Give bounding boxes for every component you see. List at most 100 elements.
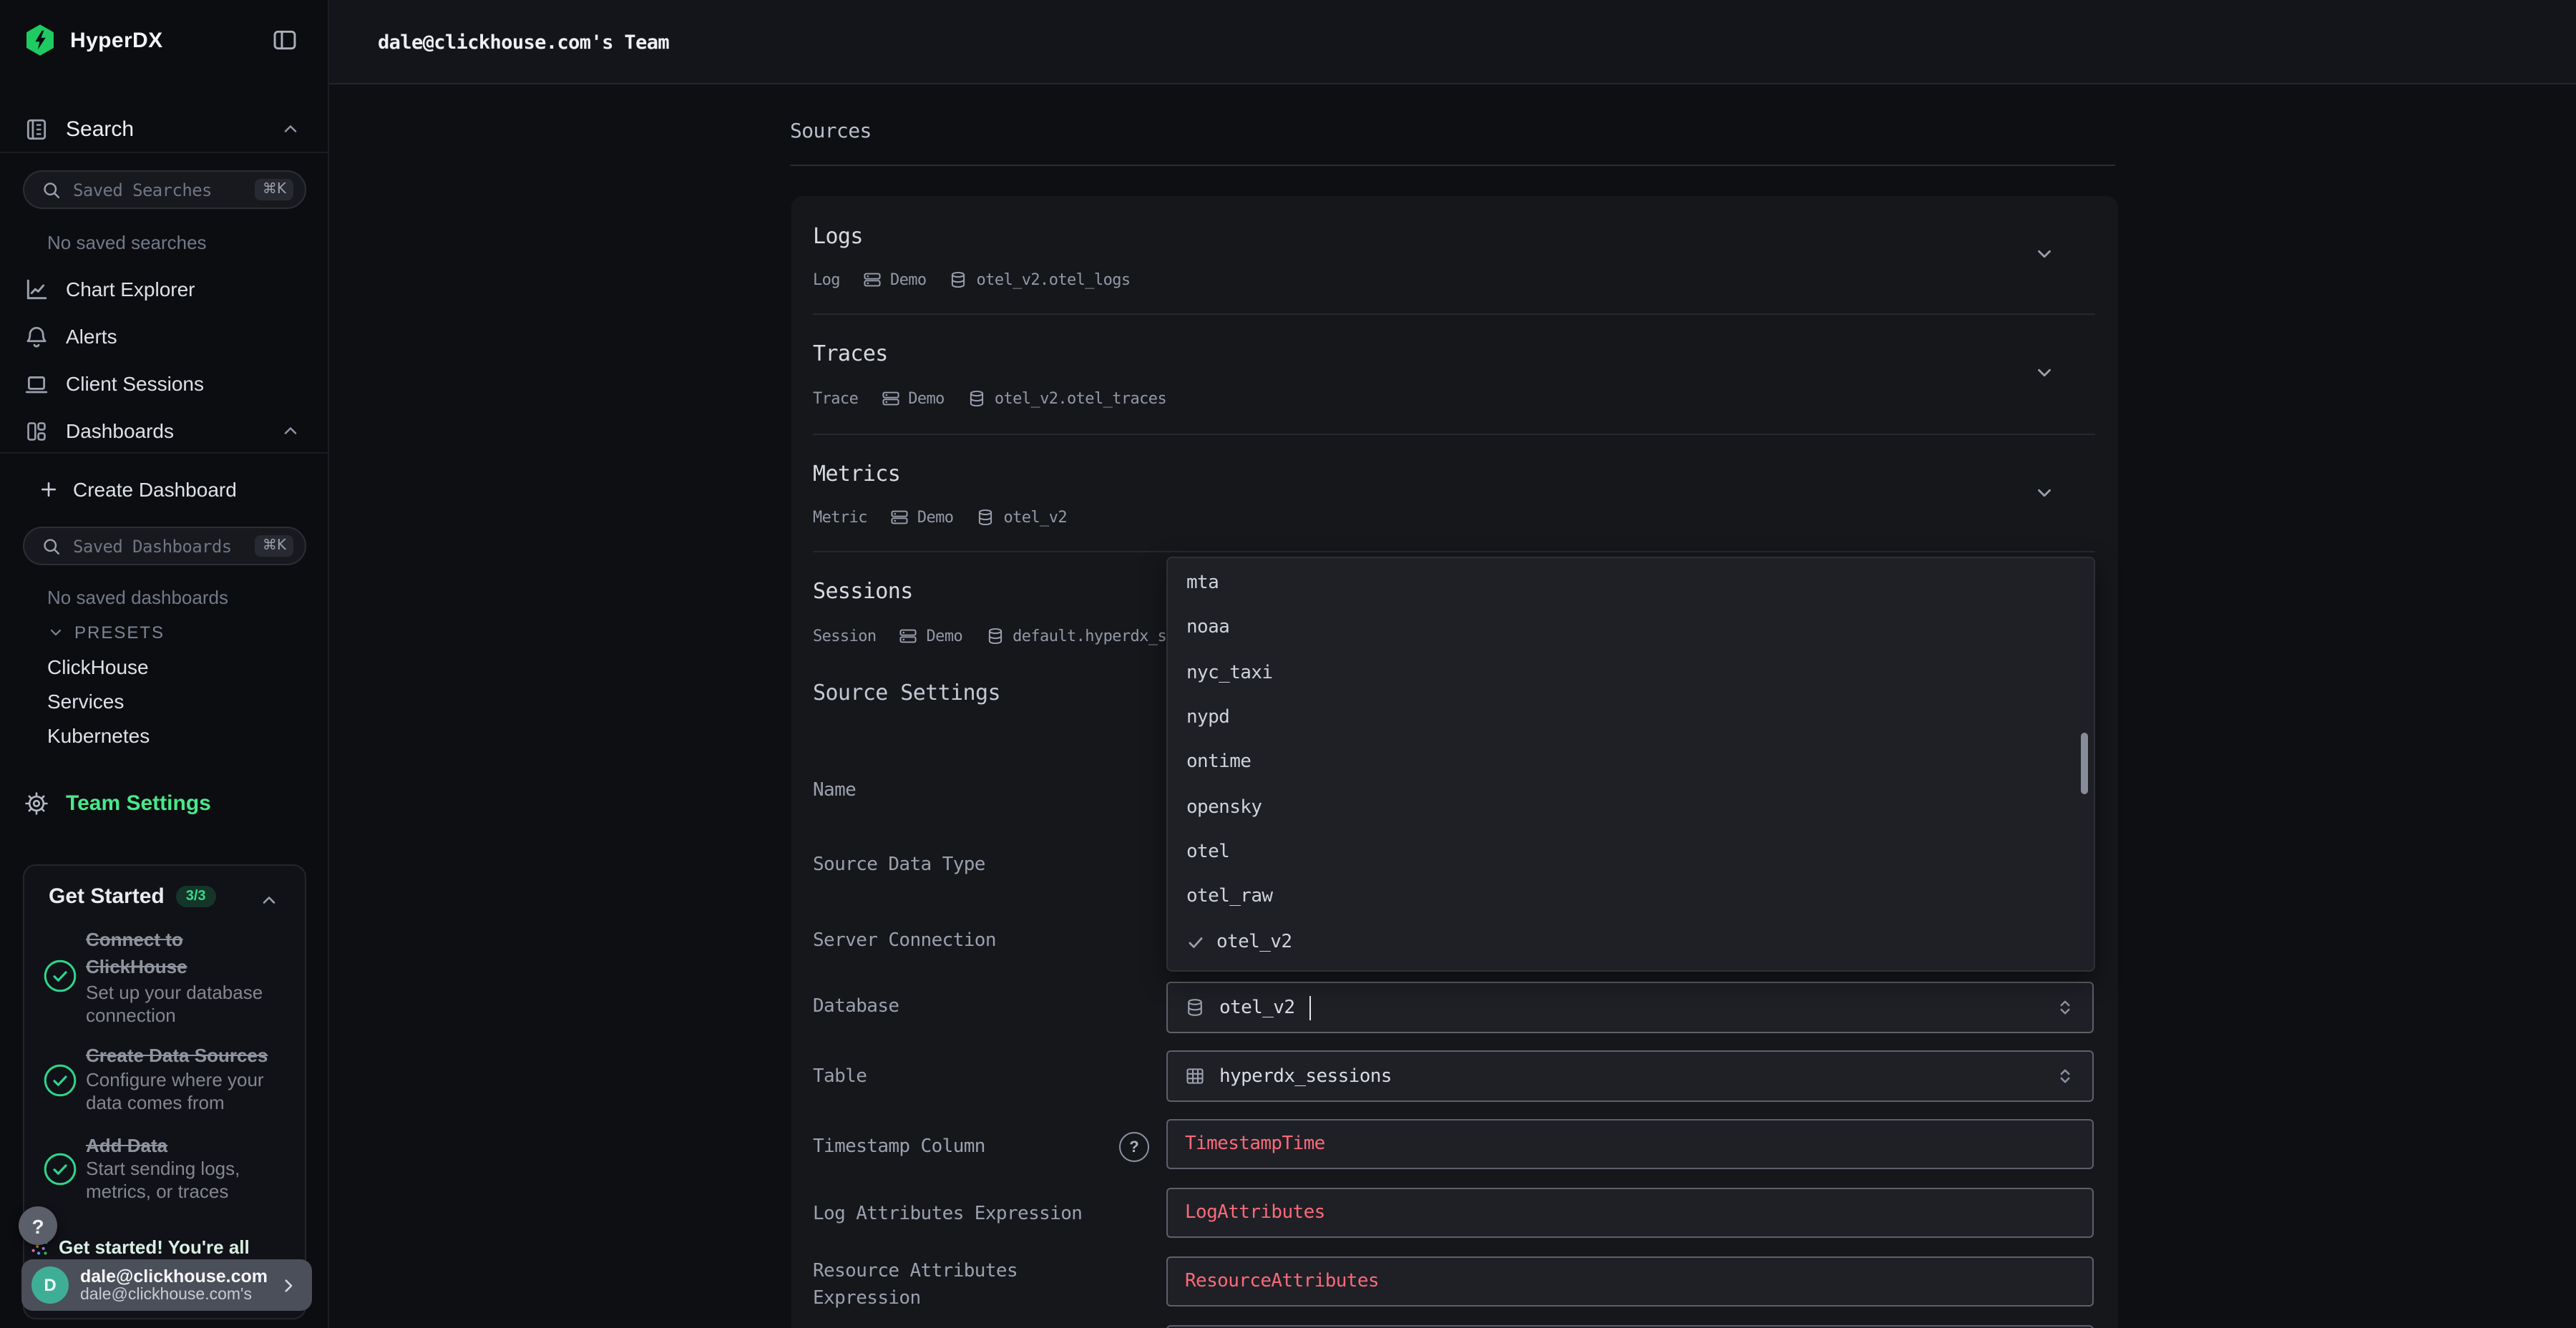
log-attributes-input[interactable]: LogAttributes [1166, 1188, 2094, 1238]
source-meta-row: Log Demo otel_v2.otel_logs [813, 268, 1131, 290]
plus-icon [39, 479, 59, 499]
source-table: default.hyperdx_s [1013, 626, 1166, 645]
source-type: Trace [813, 389, 858, 407]
dropdown-option-otel-v2[interactable]: otel_v2 [1168, 919, 2094, 965]
dropdown-option-mta[interactable]: mta [1168, 561, 2094, 606]
saved-searches-placeholder: Saved Searches [73, 180, 244, 200]
dropdown-option-opensky[interactable]: opensky [1168, 785, 2094, 830]
resource-attributes-value: ResourceAttributes [1185, 1271, 1379, 1292]
table-value: hyperdx_sessions [1219, 1065, 1392, 1087]
user-email: dale@clickhouse.com [80, 1266, 268, 1286]
get-started-title: Get Started [49, 884, 165, 909]
sidebar-item-dashboards[interactable]: Dashboards [0, 412, 329, 449]
sidebar-item-client-sessions[interactable]: Client Sessions [0, 365, 329, 402]
dropdown-option-nyc-taxi[interactable]: nyc_taxi [1168, 650, 2094, 695]
app-window: HyperDX Search Saved Searches ⌘K No save… [0, 0, 2576, 1328]
search-panel-icon [24, 117, 49, 141]
get-started-step-title[interactable]: Connect to ClickHouse [86, 926, 286, 980]
get-started-step-title[interactable]: Create Data Sources [86, 1042, 286, 1069]
gear-icon [24, 791, 49, 816]
chevron-down-icon[interactable] [2034, 362, 2055, 384]
laptop-icon [24, 371, 49, 396]
hyperdx-logo-icon [24, 24, 56, 56]
dropdown-option-label: otel_v2 [1216, 931, 1292, 952]
preset-services[interactable]: Services [47, 690, 124, 713]
database-icon [976, 507, 995, 526]
get-started-step-subtitle: Set up your database connection [86, 982, 286, 1027]
app-title: HyperDX [70, 28, 163, 52]
divider [0, 452, 329, 454]
team-settings-label: Team Settings [66, 791, 211, 816]
dropdown-option-otel-raw[interactable]: otel_raw [1168, 874, 2094, 919]
sidebar-item-label: Search [66, 117, 134, 141]
field-label-timestamp-column: Timestamp Column [813, 1133, 1142, 1161]
chevron-down-icon[interactable] [2034, 482, 2055, 504]
dropdown-option-nypd[interactable]: nypd [1168, 695, 2094, 741]
check-icon [1186, 932, 1205, 951]
timestamp-help-icon[interactable]: ? [1119, 1132, 1149, 1162]
collapse-sidebar-icon[interactable] [272, 27, 298, 53]
next-field-input-partial[interactable] [1166, 1325, 2094, 1328]
chevron-up-icon[interactable] [280, 119, 301, 139]
source-connection: Demo [890, 270, 927, 288]
chevron-down-icon[interactable] [2034, 243, 2055, 265]
database-select[interactable]: otel_v2 [1166, 982, 2094, 1033]
get-started-step-title[interactable]: Add Data [86, 1132, 286, 1159]
chevron-right-icon [279, 1276, 298, 1294]
field-label-name: Name [813, 777, 1142, 804]
table-select[interactable]: hyperdx_sessions [1166, 1050, 2094, 1102]
server-icon [881, 389, 899, 407]
selector-icon [2055, 997, 2075, 1017]
search-icon [42, 536, 62, 556]
database-icon [967, 389, 986, 407]
source-type: Metric [813, 507, 867, 526]
source-connection: Demo [917, 507, 954, 526]
source-meta-row: Metric Demo otel_v2 [813, 505, 1067, 528]
database-value: otel_v2 [1219, 997, 1294, 1018]
get-started-celebration: Get started! You're all [29, 1236, 250, 1258]
dropdown-option-otel[interactable]: otel [1168, 830, 2094, 875]
source-connection: Demo [908, 389, 945, 407]
dropdown-option-noaa[interactable]: noaa [1168, 606, 2094, 651]
chevron-up-icon[interactable] [280, 421, 301, 441]
presets-toggle[interactable]: PRESETS [47, 622, 165, 643]
field-label-server-connection: Server Connection [813, 927, 1142, 954]
preset-kubernetes[interactable]: Kubernetes [47, 724, 150, 747]
get-started-step-subtitle: Configure where your data comes from [86, 1069, 286, 1115]
divider [813, 313, 2095, 315]
saved-dashboards-placeholder: Saved Dashboards [73, 536, 244, 556]
sources-divider [790, 165, 2115, 166]
sidebar-item-search[interactable]: Search [0, 110, 329, 147]
create-dashboard-label: Create Dashboard [73, 478, 237, 501]
source-type: Log [813, 270, 840, 288]
dropdown-option-ontime[interactable]: ontime [1168, 740, 2094, 785]
text-cursor [1309, 995, 1311, 1020]
field-label-resource-attributes: Resource Attributes Expression [813, 1258, 1099, 1312]
field-label-source-data-type: Source Data Type [813, 851, 1142, 879]
sidebar-item-label: Chart Explorer [66, 278, 195, 301]
saved-dashboards-input[interactable]: Saved Dashboards ⌘K [23, 527, 306, 565]
preset-clickhouse[interactable]: ClickHouse [47, 655, 149, 678]
sidebar-item-chart-explorer[interactable]: Chart Explorer [0, 270, 329, 308]
saved-searches-input[interactable]: Saved Searches ⌘K [23, 170, 306, 209]
divider [813, 434, 2095, 435]
timestamp-column-input[interactable]: TimestampTime [1166, 1119, 2094, 1169]
sidebar-item-alerts[interactable]: Alerts [0, 318, 329, 355]
team-settings-link[interactable]: Team Settings [24, 791, 211, 816]
sources-heading: Sources [790, 120, 872, 143]
sidebar: HyperDX Search Saved Searches ⌘K No save… [0, 0, 329, 1328]
app-logo[interactable]: HyperDX [24, 24, 163, 56]
dashboards-grid-icon [24, 419, 49, 443]
help-button[interactable]: ? [19, 1206, 57, 1245]
create-dashboard-button[interactable]: Create Dashboard [0, 471, 329, 508]
source-table: otel_v2.otel_logs [977, 270, 1131, 288]
resource-attributes-input[interactable]: ResourceAttributes [1166, 1256, 2094, 1307]
user-menu[interactable]: D dale@clickhouse.com dale@clickhouse.co… [21, 1259, 312, 1311]
field-label-database: Database [813, 993, 1142, 1020]
selector-icon [2055, 1066, 2075, 1086]
chevron-up-icon[interactable] [259, 890, 279, 910]
source-section-title-traces: Traces [813, 341, 888, 366]
divider [0, 152, 329, 153]
dropdown-scrollbar[interactable] [2081, 733, 2088, 794]
check-circle-icon [43, 959, 77, 993]
